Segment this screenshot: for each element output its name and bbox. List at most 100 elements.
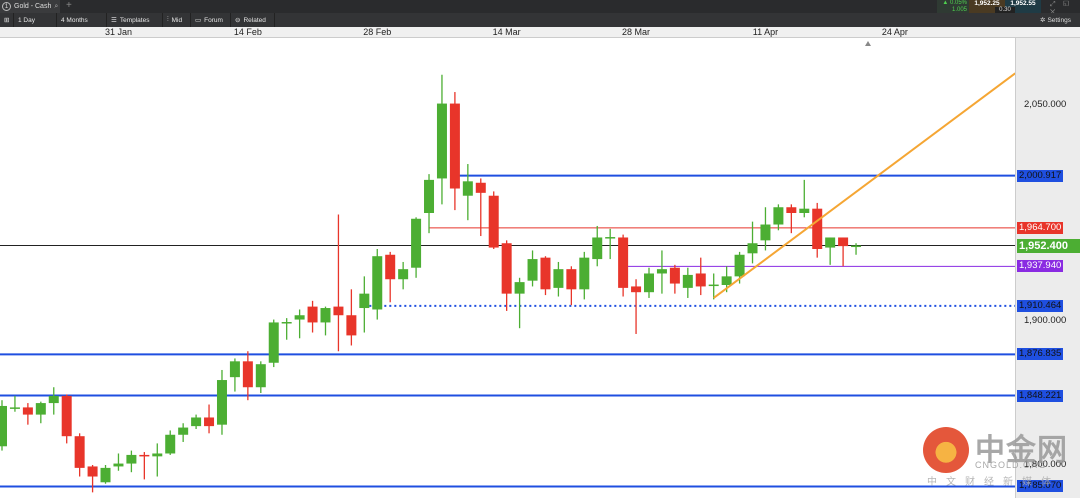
level-price-tag[interactable]: 1,964.700 [1017,221,1064,234]
mid-button[interactable]: ⫶ Mid [163,13,191,27]
candle-down [74,436,85,468]
candle-up [294,315,305,320]
candle-up [644,273,654,293]
interval-button[interactable]: 1 Day [14,13,57,27]
candle-up [398,269,409,280]
candle-up [229,361,240,378]
candle-up [799,208,810,213]
chart-toolbar: ⊞ 1 Day 4 Months ☰ Templates ⫶ Mid ▭ Forum … [0,13,1080,27]
range-label: 4 Months [61,16,88,24]
candle-up [773,207,784,225]
tab-gold-cash[interactable]: 1 Gold - Cash ⌕ [0,0,60,13]
date-tick-label: 31 Jan [104,27,132,37]
watermark-domain: CNGOLD.ORG [975,460,1047,470]
related-label: Related [243,16,266,24]
candle-up [48,395,59,404]
candle-down [695,273,706,287]
templates-button[interactable]: ☰ Templates [107,13,163,27]
search-icon[interactable]: ⌕ [54,3,58,11]
candle-up [553,269,564,288]
candle-down [786,207,797,213]
candle-up [0,405,7,447]
candle-down [488,195,499,248]
related-button[interactable]: ⊖ Related [231,13,275,27]
candle-up [178,427,189,435]
candle-down [631,286,642,293]
candle-up [359,293,370,309]
candle-down [475,182,486,193]
cngold-watermark: 中金网 CNGOLD.ORG 中文财经新媒体 [923,425,1080,498]
settings-button[interactable]: ✲ Settings [1040,13,1071,27]
candle-down [87,466,98,477]
candle-up [216,380,227,425]
candle-up [411,218,422,268]
candle-down [540,257,551,290]
date-tick-label: 24 Apr [881,27,908,37]
range-marker-icon [865,41,871,46]
range-button[interactable]: 4 Months [57,13,107,27]
candle-up [747,243,758,254]
candle-up [734,254,745,277]
price-tick-label: 1,900.000 [1024,315,1067,326]
chat-icon: ▭ [195,17,202,24]
price-tick-label: 2,050.000 [1024,99,1067,110]
candles-icon: ⫶ [167,16,169,23]
candle-up [708,284,719,287]
forum-button[interactable]: ▭ Forum [191,13,231,27]
candle-up [126,454,137,464]
candle-up [851,245,862,248]
candle-down [242,361,253,388]
candle-up [825,237,836,248]
candle-up [436,103,447,179]
candle-up [320,308,331,323]
tab-number: 1 [2,2,11,11]
candle-up [682,274,693,288]
level-price-tag[interactable]: 1,937.940 [1017,260,1064,273]
candle-up [462,181,473,196]
date-tick-label: 28 Feb [363,27,392,37]
candle-down [346,315,357,336]
date-axis[interactable]: 31 Jan 14 Feb 28 Feb 14 Mar 28 Mar 11 Apr 24 A… [0,27,1080,38]
candle-down [812,208,823,249]
candle-down [838,237,849,247]
candle-up [424,179,435,213]
candle-up [152,453,163,457]
date-tick-label: 14 Feb [233,27,262,37]
settings-label: Settings [1047,16,1071,24]
templates-icon: ☰ [111,17,117,24]
current-price-tag: 1,952.400 [1017,238,1080,253]
candle-down [22,407,33,415]
candle-up [9,407,20,409]
level-price-tag[interactable]: 2,000.917 [1017,169,1064,182]
candle-down [669,267,680,284]
date-tick-label: 14 Mar [492,27,521,37]
templates-label: Templates [119,16,150,24]
gear-icon: ✲ [1040,17,1046,24]
watermark-slogan: 中文财经新媒体 [927,477,1060,488]
change-percent: ▲ 0.05% [942,0,967,6]
candle-down [449,103,460,189]
candle-down [139,454,150,457]
candle-up [100,467,111,483]
layout-icon[interactable]: ⊞ [0,13,14,27]
candlestick-chart[interactable] [0,38,1015,498]
level-price-tag[interactable]: 1,910.464 [1017,299,1064,312]
candle-up [255,364,266,388]
candle-up [760,224,771,241]
candle-up [281,322,292,324]
candle-up [35,403,46,415]
interval-label: 1 Day [18,16,35,24]
candle-up [372,256,383,310]
candle-down [204,417,215,427]
candle-up [113,463,124,467]
candle-up [527,259,538,281]
add-tab-button[interactable]: + [66,0,72,12]
candle-down [307,306,318,323]
level-price-tag[interactable]: 1,876.835 [1017,348,1064,361]
candle-up [514,282,525,294]
candle-up [721,276,732,285]
level-price-tag[interactable]: 1,848.221 [1017,389,1064,402]
candle-down [501,243,512,294]
candle-up [268,322,279,363]
trend-line [713,72,1015,299]
